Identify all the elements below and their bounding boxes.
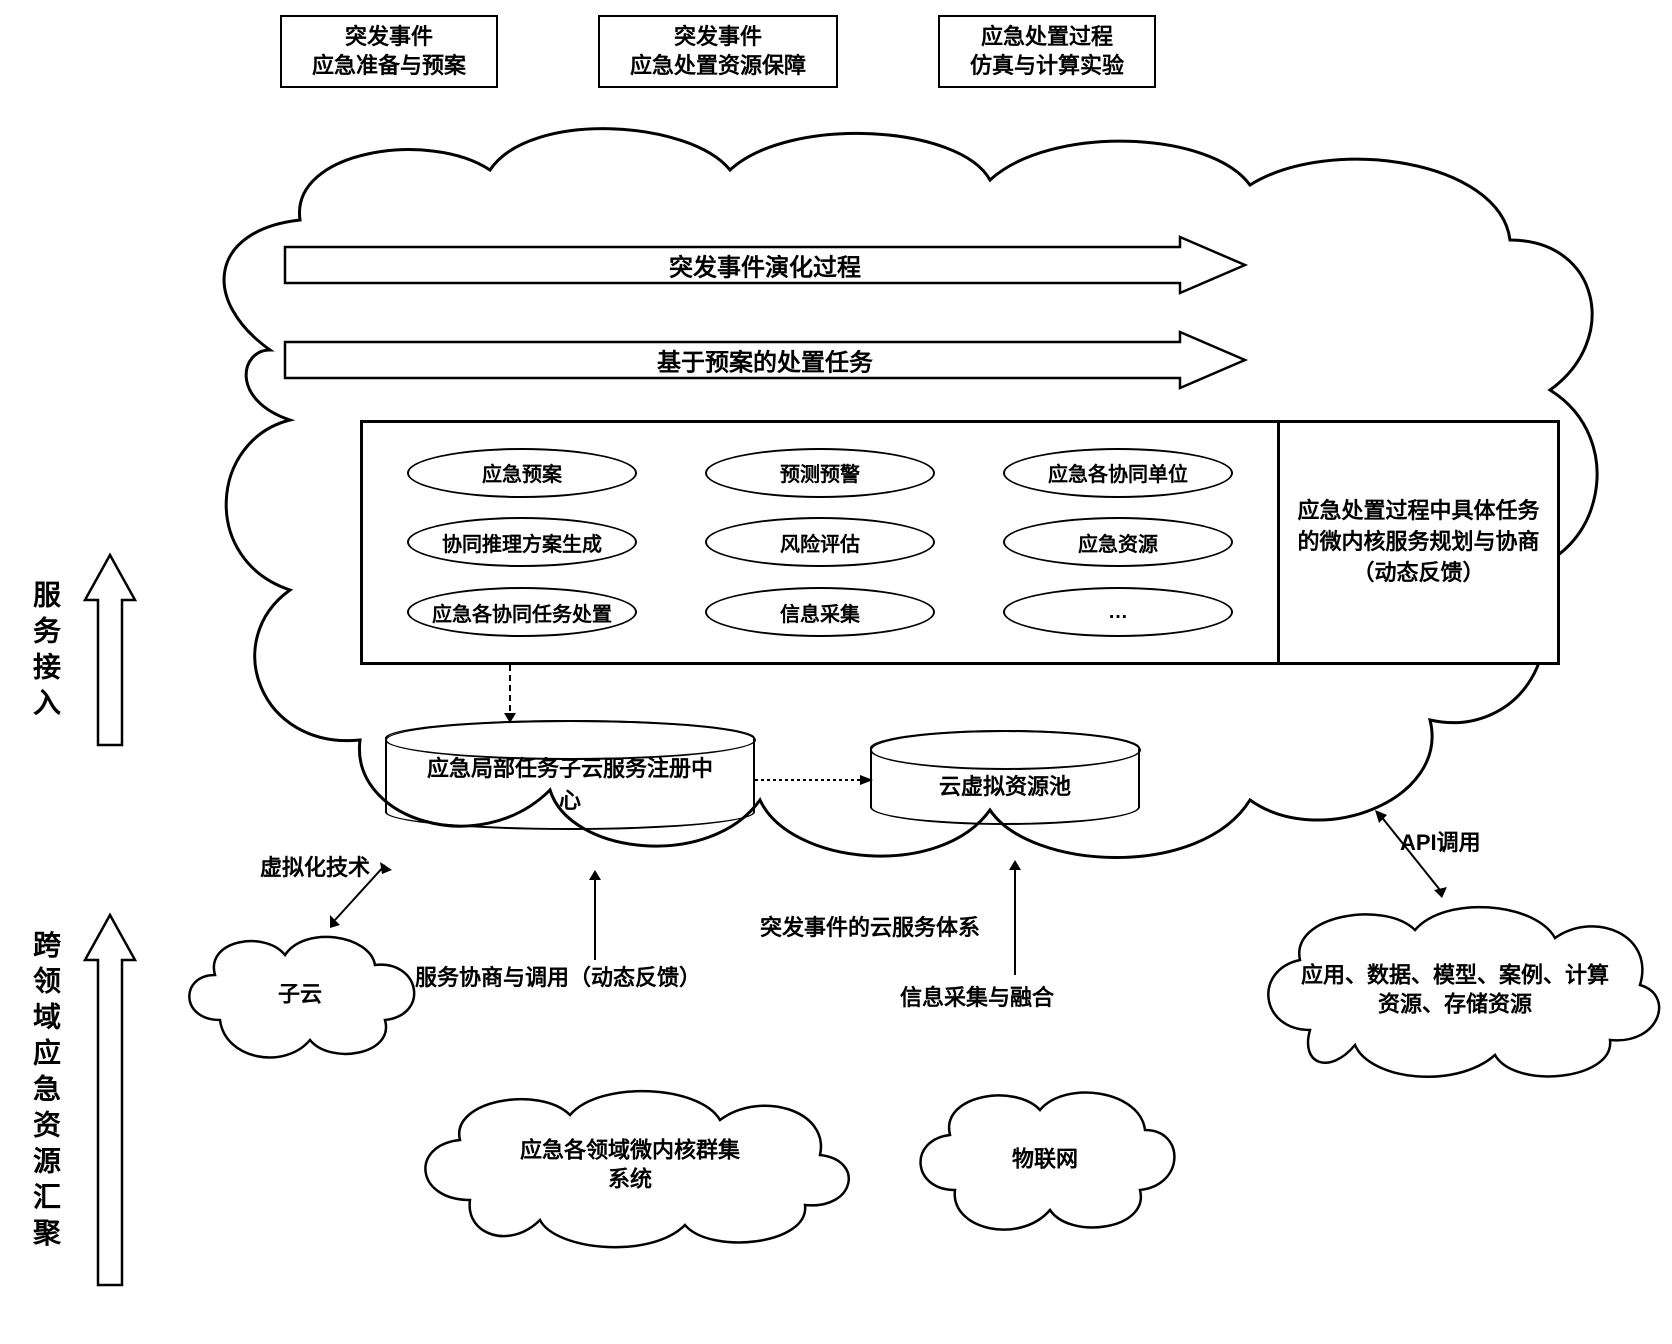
services-panel: 应急预案 预测预警 应急各协同单位 协同推理方案生成 风险评估 应急资源 应急各… [360, 420, 1560, 665]
label-info-collect: 信息采集与融合 [900, 980, 1054, 1012]
service-info-collect: 信息采集 [705, 587, 935, 637]
service-predict: 预测预警 [705, 448, 935, 498]
arrow-cross-domain [80, 910, 140, 1290]
top-box-simulation: 应急处置过程 仿真与计算实验 [938, 15, 1156, 88]
service-resource: 应急资源 [1003, 517, 1233, 567]
label-cloud-system: 突发事件的云服务体系 [760, 910, 980, 942]
conn-info [1000, 860, 1030, 980]
top-box-resource: 突发事件 应急处置资源保障 [598, 15, 838, 88]
arrow-service-access [80, 550, 140, 750]
cloud-iot: 物联网 [900, 1075, 1190, 1245]
cloud-microkernel: 应急各领域微内核群集系统 [400, 1075, 860, 1255]
cylinder-vpool: 云虚拟资源池 [870, 730, 1140, 825]
evolution-arrow: 突发事件演化过程 [280, 235, 1250, 295]
top-boxes-row: 突发事件 应急准备与预案 突发事件 应急处置资源保障 应急处置过程 仿真与计算实… [280, 15, 1156, 88]
label-negotiate: 服务协商与调用（动态反馈） [415, 960, 701, 992]
cloud-sub: 子云 [170, 920, 430, 1070]
top-box-prep: 突发事件 应急准备与预案 [280, 15, 498, 88]
label-service-access: 服务接入 [25, 580, 65, 724]
service-task-handle: 应急各协同任务处置 [407, 587, 637, 637]
cylinder-registry: 应急局部任务子云服务注册中心 [385, 720, 755, 830]
label-cross-domain: 跨领域应急资源汇聚 [25, 930, 65, 1254]
task-arrow: 基于预案的处置任务 [280, 330, 1250, 390]
service-more: … [1003, 587, 1233, 637]
dotted-arrow [755, 770, 875, 790]
conn-api [1370, 810, 1460, 900]
conn-negotiate [580, 870, 610, 965]
service-risk: 风险评估 [705, 517, 935, 567]
service-grid: 应急预案 预测预警 应急各协同单位 协同推理方案生成 风险评估 应急资源 应急各… [363, 423, 1277, 662]
service-reasoning: 协同推理方案生成 [407, 517, 637, 567]
service-plan: 应急预案 [407, 448, 637, 498]
side-microkernel-box: 应急处置过程中具体任务的微内核服务规划与协商（动态反馈） [1277, 423, 1557, 662]
service-units: 应急各协同单位 [1003, 448, 1233, 498]
cloud-resources: 应用、数据、模型、案例、计算资源、存储资源 [1245, 890, 1665, 1090]
dashed-connector [500, 665, 600, 725]
